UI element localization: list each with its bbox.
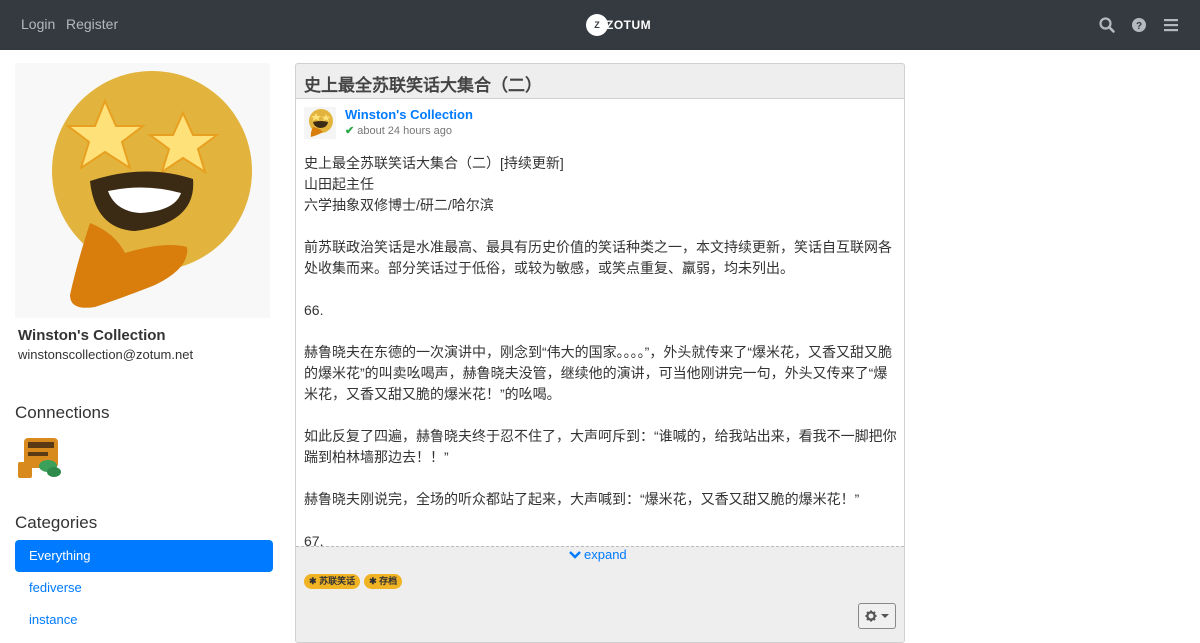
profile-photo[interactable]	[15, 63, 270, 318]
post-content: 史上最全苏联笑话大集合（二）[持续更新] 山田起主任 六学抽象双修博士/研二/哈…	[304, 153, 898, 546]
verified-check-icon: ✔	[345, 125, 355, 137]
top-navbar: Login Register Z ZOTUM ?	[0, 0, 1200, 50]
categories-heading: Categories	[15, 513, 98, 532]
gear-icon	[865, 610, 877, 622]
hamburger-menu-icon[interactable]	[1162, 16, 1180, 34]
brand-logo[interactable]: Z ZOTUM	[586, 13, 651, 37]
post-paragraph: 山田起主任	[304, 176, 374, 192]
login-link[interactable]: Login	[21, 16, 55, 32]
author-avatar[interactable]	[304, 107, 336, 139]
post-body: Winston's Collection ✔ about 24 hours ag…	[296, 99, 904, 546]
brand-logo-disc: Z	[586, 14, 608, 36]
connection-avatar[interactable]	[18, 436, 62, 480]
profile-name: Winston's Collection	[18, 327, 166, 344]
asterisk-icon: ✱	[309, 576, 317, 586]
category-everything[interactable]: Everything	[15, 540, 273, 572]
post-actions-dropdown[interactable]	[858, 603, 896, 629]
post-paragraph: 如此反复了四遍，赫鲁晓夫终于忍不住了，大声呵斥到：“谁喊的，给我站出来，看我不一…	[304, 428, 897, 465]
star-struck-emoji-icon	[309, 109, 333, 137]
profile-address: winstonscollection@zotum.net	[18, 347, 194, 362]
post-title[interactable]: 史上最全苏联笑话大集合（二）	[304, 71, 542, 96]
post-paragraph: 六学抽象双修博士/研二/哈尔滨	[304, 197, 494, 213]
asterisk-icon: ✱	[369, 576, 377, 586]
svg-text:?: ?	[1136, 21, 1142, 32]
post-tags: ✱ 苏联笑话 ✱ 存档	[304, 574, 403, 589]
category-instance[interactable]: instance	[15, 604, 273, 636]
post-paragraph: 66.	[304, 302, 324, 318]
post-paragraph: 赫鲁晓夫在东德的一次演讲中，刚念到“伟大的国家。。。。”，外头就传来了“爆米花，…	[304, 344, 892, 402]
post-paragraph: 67.	[304, 533, 324, 546]
tag-label: 苏联笑话	[319, 576, 356, 586]
author-name-link[interactable]: Winston's Collection	[345, 107, 473, 122]
tag-label: 存档	[379, 576, 398, 586]
connections-heading: Connections	[15, 403, 110, 422]
tag-badge[interactable]: ✱ 存档	[364, 574, 403, 589]
register-link[interactable]: Register	[66, 16, 118, 32]
caret-down-icon	[881, 614, 889, 618]
post-paragraph: 赫鲁晓夫刚说完，全场的听众都站了起来，大声喊到：“爆米花，又香又甜又脆的爆米花！…	[304, 491, 860, 507]
brand-logo-text: ZOTUM	[606, 18, 652, 32]
tag-badge[interactable]: ✱ 苏联笑话	[304, 574, 361, 589]
post-time-text: about 24 hours ago	[357, 124, 453, 137]
chevron-down-icon	[569, 550, 581, 559]
post-paragraph: 史上最全苏联笑话大集合（二）[持续更新]	[304, 155, 564, 171]
connection-avatar-icon	[18, 438, 61, 478]
category-fediverse[interactable]: fediverse	[15, 572, 273, 604]
post-paragraph: 前苏联政治笑话是水准最高、最具有历史价值的笑话种类之一，本文持续更新，笑话自互联…	[304, 239, 892, 276]
post-timestamp: ✔ about 24 hours ago	[345, 124, 453, 138]
star-struck-emoji-icon	[52, 71, 252, 308]
question-circle-icon[interactable]: ?	[1130, 16, 1148, 34]
post-card: 史上最全苏联笑话大集合（二） Winston's Collection ✔ ab…	[295, 63, 905, 643]
expand-button[interactable]: expand	[569, 547, 627, 562]
expand-label: expand	[584, 547, 627, 562]
search-icon[interactable]	[1098, 16, 1116, 34]
